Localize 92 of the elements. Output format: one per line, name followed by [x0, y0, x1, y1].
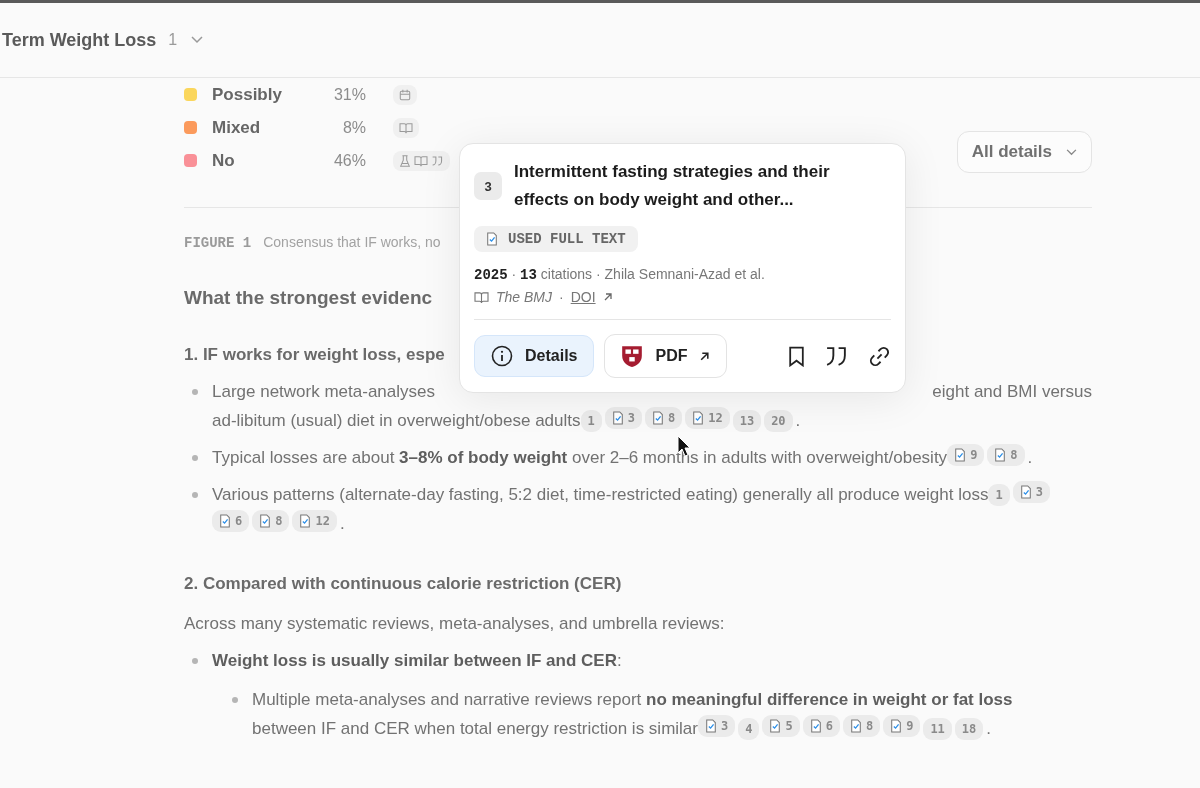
bookmark-icon[interactable] [788, 345, 805, 367]
legend-label: No [212, 150, 236, 171]
document-check-icon [259, 514, 272, 528]
citation-chip[interactable]: 8 [645, 407, 683, 429]
citation-chip[interactable]: 3 [1012, 481, 1050, 503]
bullet-text: Weight loss is usually similar between IF and CER: [212, 651, 622, 670]
doi-link[interactable]: DOI [570, 289, 596, 305]
bullet-text: Large network meta-analyses [212, 381, 435, 403]
citation-number: 3 [474, 172, 502, 200]
subsection-heading: 1. IF works for weight loss, espe [184, 345, 445, 365]
link-icon[interactable] [868, 344, 891, 368]
bullet-icon [232, 697, 238, 703]
document-check-icon [1019, 485, 1032, 499]
citation-chip[interactable]: 8 [252, 510, 290, 532]
book-icon [474, 290, 489, 304]
figure-label: FIGURE 1 [184, 235, 252, 251]
bullet-text: between IF and CER when total energy restriction is similar [252, 719, 698, 738]
citation-chip[interactable]: 6 [212, 510, 250, 532]
paper-title[interactable]: Intermittent fasting strategies and their effects on body weight and other... [514, 158, 854, 214]
quote-icon [431, 154, 444, 167]
bullet-text: Typical losses are about 3–8% of body weight over 2–6 months in adults with overweight/obesity [212, 448, 948, 467]
citation-chip[interactable]: 5 [762, 715, 800, 737]
legend-label: Mixed [212, 117, 262, 138]
citation-chip[interactable]: 18 [954, 718, 984, 740]
document-check-icon [769, 719, 782, 733]
result-count: 1 [168, 31, 178, 49]
document-check-icon [809, 719, 822, 733]
calendar-icon [399, 88, 411, 101]
flask-icon [399, 154, 411, 167]
citation-chip[interactable]: 20 [764, 410, 793, 432]
citation-chip[interactable]: 9 [883, 715, 921, 737]
external-link-icon [699, 350, 711, 362]
bullet-text: Multiple meta-analyses and narrative reviews report no meaningful difference in weight or fat loss [252, 690, 1013, 709]
shield-logo-icon [621, 344, 644, 368]
bullet-text: ad-libitum (usual) diet in overweight/obese adults [212, 411, 581, 430]
separator-text: · [559, 289, 564, 305]
citation-chip[interactable]: 3 [697, 715, 736, 737]
chevron-down-icon[interactable] [191, 36, 204, 44]
bullet-icon [192, 389, 198, 395]
citation-chip[interactable]: 9 [947, 444, 985, 466]
citation-chip[interactable]: 8 [987, 444, 1025, 466]
chevron-down-icon [1066, 148, 1077, 156]
legend-label: Possibly [212, 84, 283, 105]
citation-chip[interactable]: 1 [988, 484, 1010, 506]
document-check-icon [954, 448, 967, 462]
period-text: . [986, 719, 991, 738]
period-text: . [795, 411, 801, 430]
info-icon [491, 345, 513, 367]
paragraph-text: Across many systematic reviews, meta-analyses, and umbrella reviews: [184, 614, 726, 634]
citation-chip[interactable]: 8 [842, 715, 881, 737]
document-check-icon [890, 719, 903, 733]
figure-caption: Consensus that IF works, no [263, 234, 441, 250]
document-check-icon [299, 514, 312, 528]
citation-chip[interactable]: 1 [580, 410, 602, 432]
all-details-dropdown[interactable]: All details [956, 131, 1092, 173]
legend-percent: 8% [341, 118, 366, 137]
period-text: . [1027, 448, 1033, 467]
document-check-icon [692, 411, 705, 425]
bullet-icon [192, 492, 198, 498]
bullet-text: Various patterns (alternate-day fasting, 5:2 diet, time-restricted eating) generally all produce weight loss [212, 485, 989, 504]
document-check-icon [219, 514, 231, 528]
citation-chip[interactable]: 6 [802, 715, 840, 737]
bullet-icon [192, 658, 198, 664]
page-title: Term Weight Loss [2, 29, 157, 51]
quote-icon[interactable] [825, 345, 848, 367]
citation-chip[interactable]: 4 [738, 718, 760, 740]
subsection-heading: 2. Compared with continuous calorie restriction (CER) [184, 574, 622, 594]
journal-name: The BMJ [496, 289, 552, 305]
external-link-icon[interactable] [602, 292, 613, 302]
legend-percent: 31% [332, 85, 366, 104]
legend-percent: 46% [332, 151, 366, 170]
details-button[interactable]: Details [474, 335, 595, 377]
citation-chip[interactable]: 12 [292, 510, 337, 532]
bullet-text: eight and BMI versus [932, 381, 1092, 403]
book-icon [399, 121, 413, 134]
citation-chip[interactable]: 13 [732, 410, 762, 432]
period-text: . [339, 514, 345, 533]
paper-meta: 2025 · 13 citations · Zhila Semnani-Azad et al. [474, 266, 765, 282]
citation-chip[interactable]: 12 [685, 407, 730, 429]
citation-chip[interactable]: 3 [604, 407, 642, 429]
document-check-icon [611, 411, 624, 425]
full-text-badge: USED FULL TEXT [474, 226, 638, 252]
document-check-icon [849, 719, 862, 733]
pdf-button[interactable]: PDF [604, 334, 728, 378]
book-icon [414, 154, 428, 167]
section-heading: What the strongest evidenc [184, 287, 433, 309]
document-check-icon [704, 719, 717, 733]
document-check-icon [652, 411, 664, 425]
citation-chip[interactable]: 11 [923, 718, 952, 740]
document-check-icon [994, 448, 1007, 462]
bullet-icon [192, 455, 198, 461]
document-check-icon [486, 232, 498, 246]
